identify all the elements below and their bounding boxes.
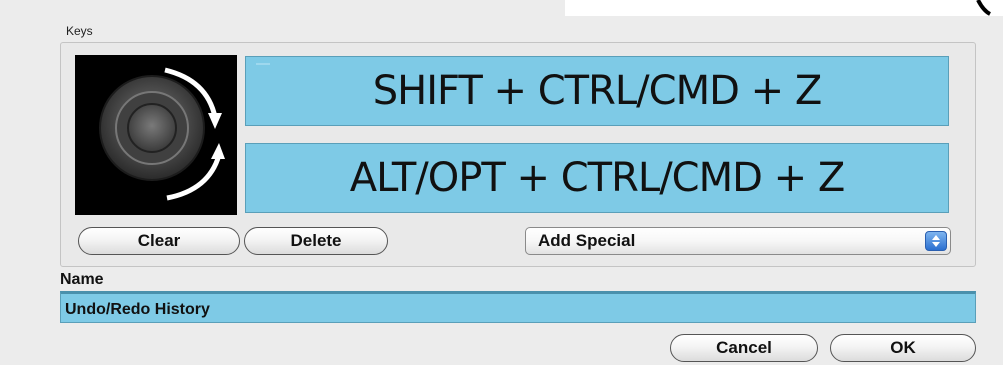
ok-button[interactable]: OK (830, 334, 976, 362)
cancel-button[interactable]: Cancel (670, 334, 818, 362)
keys-group-label: Keys (66, 24, 93, 38)
name-label: Name (60, 271, 104, 288)
key-mapping-dialog: Keys SHIFT + CTRL/CMD + Z ALT/OPT + CTRL… (0, 0, 1003, 365)
name-field[interactable] (60, 291, 976, 323)
key-mapping-counterclockwise[interactable]: ALT/OPT + CTRL/CMD + Z (245, 143, 949, 213)
key-combo-label: ALT/OPT + CTRL/CMD + Z (349, 155, 846, 201)
jog-wheel-icon (75, 55, 237, 215)
decorative-curl-icon (976, 0, 991, 16)
key-box-tick (256, 63, 270, 65)
add-special-selected: Add Special (538, 231, 636, 250)
select-arrows-icon (925, 231, 947, 251)
key-mapping-clockwise[interactable]: SHIFT + CTRL/CMD + Z (245, 56, 949, 126)
clear-button[interactable]: Clear (78, 227, 240, 255)
delete-button[interactable]: Delete (244, 227, 388, 255)
add-special-select[interactable]: Add Special (525, 227, 951, 255)
top-background-strip (565, 0, 1003, 16)
key-combo-label: SHIFT + CTRL/CMD + Z (372, 68, 822, 114)
